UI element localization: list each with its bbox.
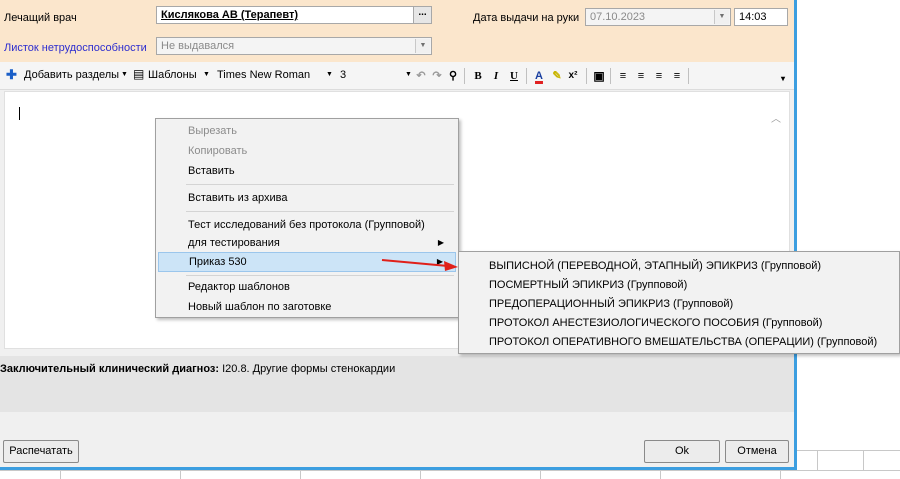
arrow-shaft (381, 259, 449, 267)
toolbar-divider (688, 68, 689, 84)
grid-line (540, 471, 541, 479)
font-color-icon[interactable]: A (532, 68, 546, 84)
diagnosis-line: Заключительный клинический диагноз: I20.… (0, 363, 395, 375)
menu-item-label: для тестирования (188, 237, 280, 249)
sick-leave-value: Не выдавался (161, 40, 235, 52)
menu-divider (186, 184, 454, 185)
toolbar-overflow-icon[interactable]: ▾ (776, 71, 790, 87)
binoculars-icon[interactable]: ⚲ (446, 68, 460, 84)
redo-icon[interactable]: ↷ (430, 68, 444, 84)
diagnosis-panel: Заключительный клинический диагноз: I20.… (0, 356, 794, 412)
text-cursor (19, 107, 20, 120)
align-right-icon[interactable]: ≡ (652, 68, 666, 84)
grid-line (300, 471, 301, 479)
chevron-down-icon[interactable]: ▼ (121, 71, 128, 78)
chevron-down-icon[interactable]: ▼ (714, 10, 729, 24)
clipboard-icon[interactable]: ▤ (133, 67, 144, 81)
grid-line (420, 471, 421, 479)
diagnosis-label: Заключительный клинический диагноз: (0, 363, 220, 375)
grid-line (795, 450, 900, 451)
arrow-head (444, 261, 458, 271)
toolbar-divider (464, 68, 465, 84)
background-sheet (795, 0, 900, 479)
diagnosis-value: I20.8. Другие формы стенокардии (222, 363, 396, 375)
menu-item-label: Приказ 530 (189, 256, 247, 268)
menu-item-template-editor[interactable]: Редактор шаблонов (158, 277, 456, 297)
issue-date-field[interactable]: 07.10.2023 ▼ (585, 8, 731, 26)
plus-icon[interactable]: ✚ (6, 67, 17, 83)
issue-date-label: Дата выдачи на руки (473, 12, 580, 24)
add-sections-button[interactable]: Добавить разделы (24, 69, 119, 81)
align-justify-icon[interactable]: ≡ (670, 68, 684, 84)
issue-time-field[interactable]: 14:03 (734, 8, 788, 26)
menu-divider (186, 211, 454, 212)
red-arrow-annotation (381, 259, 458, 271)
doctor-label: Лечащий врач (4, 12, 77, 24)
grid-line (60, 471, 61, 479)
form-header: Лечащий врач Кислякова АВ (Терапевт) ...… (0, 0, 794, 62)
underline-icon[interactable]: U (507, 68, 521, 84)
menu-item-paste[interactable]: Вставить (158, 161, 456, 181)
grid-line (180, 471, 181, 479)
ok-button[interactable]: Ok (644, 440, 720, 463)
chevron-down-icon[interactable]: ▼ (203, 71, 210, 78)
toolbar-divider (610, 68, 611, 84)
align-left-icon[interactable]: ≡ (616, 68, 630, 84)
editor-toolbar: ✚ Добавить разделы ▼ ▤ Шаблоны ▼ Times N… (0, 62, 794, 90)
submenu-arrow-icon: ▶ (437, 238, 444, 247)
templates-button[interactable]: Шаблоны (148, 69, 197, 81)
toolbar-divider (526, 68, 527, 84)
sick-leave-field[interactable]: Не выдавался ▼ (156, 37, 432, 55)
toolbar-divider (586, 68, 587, 84)
align-center-icon[interactable]: ≡ (634, 68, 648, 84)
print-button[interactable]: Распечатать (3, 440, 79, 463)
doctor-field[interactable]: Кислякова АВ (Терапевт) ... (156, 6, 432, 24)
image-icon[interactable]: ▣ (592, 68, 606, 84)
chevron-down-icon[interactable]: ▼ (415, 39, 430, 53)
menu-item-cut[interactable]: Вырезать (158, 121, 456, 141)
context-menu: Вырезать Копировать Вставить Вставить из… (155, 118, 459, 318)
menu-divider (186, 275, 454, 276)
bold-icon[interactable]: B (471, 68, 485, 84)
doctor-select-button[interactable]: ... (413, 7, 431, 23)
submenu-item[interactable]: ПРОТОКОЛ АНЕСТЕЗИОЛОГИЧЕСКОГО ПОСОБИЯ (Г… (489, 317, 822, 329)
issue-time-value: 14:03 (739, 11, 767, 23)
menu-item-test-research[interactable]: Тест исследований без протокола (Группов… (158, 215, 456, 235)
chevron-down-icon[interactable]: ▼ (326, 71, 333, 78)
italic-icon[interactable]: I (489, 68, 503, 84)
menu-item-new-template[interactable]: Новый шаблон по заготовке (158, 297, 456, 317)
scroll-up-icon[interactable]: ︿ (771, 110, 781, 125)
chevron-down-icon[interactable]: ▼ (405, 71, 412, 78)
menu-item-copy[interactable]: Копировать (158, 141, 456, 161)
font-size-select[interactable]: 3 (340, 69, 346, 81)
issue-date-value: 07.10.2023 (590, 11, 646, 23)
submenu-item[interactable]: ПОСМЕРТНЫЙ ЭПИКРИЗ (Групповой) (489, 279, 687, 291)
submenu-item[interactable]: ПРОТОКОЛ ОПЕРАТИВНОГО ВМЕШАТЕЛЬСТВА (ОПЕ… (489, 336, 877, 348)
submenu-item[interactable]: ПРЕДОПЕРАЦИОННЫЙ ЭПИКРИЗ (Групповой) (489, 298, 733, 310)
doctor-value: Кислякова АВ (Терапевт) (161, 9, 299, 21)
font-name-select[interactable]: Times New Roman (217, 69, 310, 81)
sick-leave-label: Листок нетрудоспособности (4, 42, 147, 54)
menu-item-paste-archive[interactable]: Вставить из архива (158, 188, 456, 208)
undo-icon[interactable]: ↶ (414, 68, 428, 84)
grid-line (660, 471, 661, 479)
submenu-order-530: ВЫПИСНОЙ (ПЕРЕВОДНОЙ, ЭТАПНЫЙ) ЭПИКРИЗ (… (458, 251, 900, 354)
highlight-icon[interactable]: ✎ (550, 68, 564, 84)
grid-line (780, 471, 781, 479)
menu-item-for-testing[interactable]: для тестирования ▶ (158, 233, 456, 253)
background-sheet-bottom (0, 470, 900, 479)
superscript-icon[interactable]: x² (566, 68, 580, 84)
submenu-item[interactable]: ВЫПИСНОЙ (ПЕРЕВОДНОЙ, ЭТАПНЫЙ) ЭПИКРИЗ (… (489, 260, 821, 272)
cancel-button[interactable]: Отмена (725, 440, 789, 463)
